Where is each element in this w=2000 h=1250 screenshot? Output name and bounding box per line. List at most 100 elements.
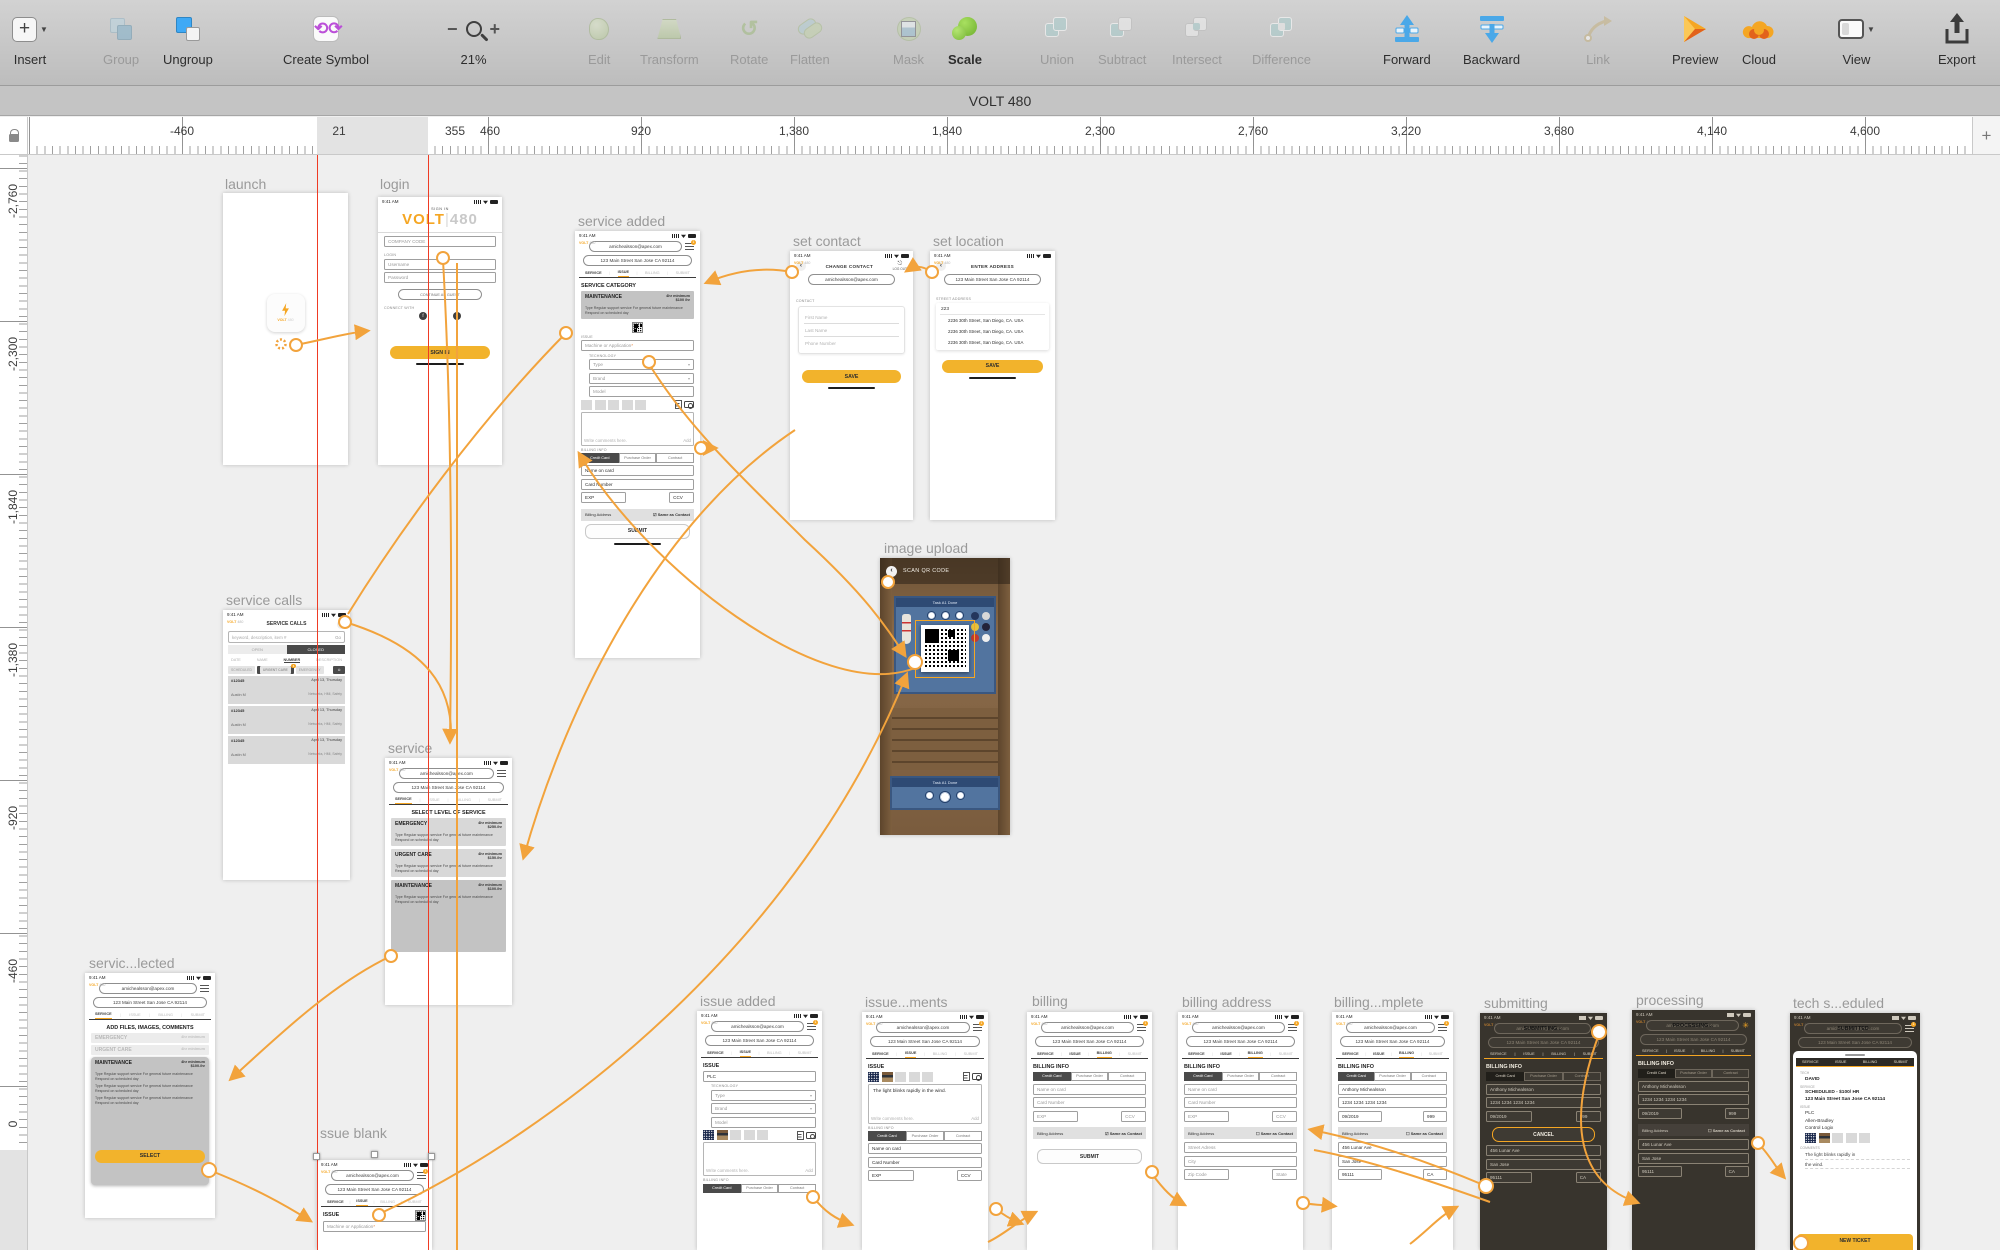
photo-thumbnails[interactable] (581, 400, 694, 410)
machine-input[interactable]: PLC (703, 1071, 816, 1082)
address-pill[interactable]: 123 Main Street San Jose CA 92114 (1640, 1034, 1747, 1045)
sign-in-button[interactable]: SIGN IN (390, 346, 490, 359)
purchase-order-tab[interactable]: Purchase Order (1222, 1072, 1260, 1082)
address-pill[interactable]: 123 Main Street San Jose CA 92114 (93, 997, 207, 1008)
phone-input[interactable]: Phone Number (804, 337, 899, 349)
contract-tab[interactable]: Contract (944, 1131, 982, 1141)
artboard-title-login[interactable]: login (380, 176, 410, 192)
model-input[interactable]: Model (711, 1117, 816, 1128)
last-name-input[interactable]: Last Name (804, 324, 899, 337)
credit-card-tab[interactable]: Credit Card (703, 1184, 741, 1194)
artboard-service-calls[interactable]: 9:41 AM VOLT 480 SERVICE CALLS✕ keyword,… (223, 610, 350, 880)
contract-tab[interactable]: Contract (1259, 1072, 1297, 1082)
address-pill[interactable]: 123 Main Street San Jose CA 92114 (1186, 1036, 1295, 1047)
first-name-input[interactable]: First Name (804, 311, 899, 324)
artboard-submitting[interactable]: 9:41 AM VOLT 480 amichealsson@apex.comSU… (1480, 1013, 1607, 1250)
tab-submit[interactable]: SUBMIT (488, 798, 502, 804)
artboard-launch[interactable]: VOLT 480 (223, 193, 348, 465)
tab-billing[interactable]: BILLING (1097, 1051, 1112, 1058)
purchase-order-tab[interactable]: Purchase Order (741, 1184, 779, 1194)
card-number-input[interactable]: Card Number (868, 1157, 982, 1168)
exp-input[interactable]: 09/2019 (1486, 1111, 1532, 1122)
col-name[interactable]: NAME (257, 658, 268, 663)
logout-button[interactable]: ⎋LOG OUT (893, 262, 907, 271)
contract-tab[interactable]: Contract (1563, 1072, 1601, 1082)
credit-card-tab[interactable]: Credit Card (1486, 1072, 1524, 1082)
credit-card-tab[interactable]: Credit Card (1033, 1072, 1071, 1082)
back-button[interactable]: ‹ (886, 566, 897, 577)
col-description[interactable]: DESCRIPTION (316, 658, 342, 663)
card-number-input[interactable]: Card Number (581, 479, 694, 490)
name-on-card-input[interactable]: Name on card (581, 465, 694, 476)
state-input[interactable]: CA (1576, 1172, 1601, 1183)
password-input[interactable]: Password (384, 272, 496, 283)
brand-dropdown[interactable]: Brand▾ (711, 1103, 816, 1114)
artboard-service-selected[interactable]: 9:41 AM VOLT 480 amichealsson@apex.com 1… (85, 973, 215, 1218)
photo-qr[interactable] (703, 1130, 714, 1140)
credit-card-tab[interactable]: Credit Card (581, 453, 619, 463)
add-button[interactable]: + (1972, 117, 2000, 155)
menu-icon[interactable]: 1 (973, 1024, 982, 1031)
artboard-title-set-contact[interactable]: set contact (793, 233, 861, 249)
tab-open[interactable]: OPEN (228, 645, 287, 654)
new-ticket-button[interactable]: NEW TICKET (1797, 1234, 1913, 1250)
scale-button[interactable]: Scale (948, 8, 982, 67)
menu-icon[interactable]: 1 (1137, 1024, 1146, 1031)
tab-service[interactable]: SERVICE (95, 1012, 112, 1019)
horizontal-ruler[interactable]: -460 21 355 460 920 1,380 1,840 2,300 2,… (28, 117, 1972, 155)
cloud-button[interactable]: Cloud (1742, 8, 1776, 67)
exp-input[interactable]: EXP (1184, 1111, 1229, 1122)
email-pill[interactable]: amichealsson@apex.com (399, 768, 494, 779)
street-input[interactable]: 456 Lunar Ave (1338, 1142, 1447, 1153)
tab-billing[interactable]: BILLING (767, 1051, 782, 1057)
close-icon[interactable]: ✕ (337, 620, 346, 629)
menu-icon[interactable]: 1 (1438, 1024, 1447, 1031)
tab-billing[interactable]: BILLING (1399, 1051, 1414, 1058)
tab-submit[interactable]: SUBMIT (408, 1200, 422, 1206)
tab-billing[interactable]: BILLING (1551, 1052, 1566, 1058)
add-button[interactable]: Add (971, 1116, 979, 1121)
tab-issue[interactable]: ISSUE (356, 1199, 367, 1206)
address-pill[interactable]: 123 Main Street San Jose CA 92114 (705, 1035, 814, 1046)
email-pill[interactable]: amichealsson@apex.com (1346, 1022, 1435, 1033)
go-button[interactable]: Go (335, 635, 341, 640)
city-input[interactable]: San Jose (1638, 1153, 1749, 1164)
credit-card-tab[interactable]: Credit Card (868, 1131, 906, 1141)
tab-submit[interactable]: SUBMIT (1731, 1049, 1745, 1055)
credit-card-tab[interactable]: Credit Card (1184, 1072, 1222, 1082)
address-suggestion[interactable]: 2236 30th Street, San Diego, CA. USA (940, 315, 1045, 326)
selection-handle[interactable] (428, 1153, 435, 1160)
tab-issue[interactable]: ISSUE (428, 798, 439, 804)
chip-scheduled[interactable]: SCHEDULED (228, 666, 255, 674)
ccv-input[interactable]: 999 (1423, 1111, 1447, 1122)
street-input[interactable]: 456 Lunar Ave (1486, 1145, 1601, 1156)
artboard-title-processing[interactable]: processing (1636, 992, 1704, 1008)
artboard-title-submitting[interactable]: submitting (1484, 995, 1548, 1011)
list-icon[interactable] (797, 1131, 804, 1140)
zoom-in-icon[interactable]: + (490, 19, 501, 40)
drag-handle[interactable] (1845, 1054, 1865, 1056)
tab-service[interactable]: SERVICE (327, 1200, 344, 1206)
chip-emergency[interactable]: EMERGENCY (296, 666, 324, 674)
street-input[interactable]: Street Adress (1184, 1142, 1297, 1153)
email-pill[interactable]: amichealsson@apex.com (711, 1021, 804, 1032)
ccv-input[interactable]: CCV (957, 1170, 982, 1181)
artboard-image-upload[interactable]: ‹SCAN QR CODE Task A1 Done Task A1 Done (880, 558, 1010, 835)
tab-service[interactable]: SERVICE (1188, 1052, 1205, 1058)
zoom-control[interactable]: −+ 21% (447, 8, 500, 67)
exp-input[interactable]: EXP (1033, 1111, 1078, 1122)
purchase-order-tab[interactable]: Purchase Order (1675, 1069, 1712, 1079)
create-symbol-button[interactable]: ⟲⟳ Create Symbol (283, 8, 369, 67)
camera-icon[interactable] (972, 1073, 982, 1080)
tab-service[interactable]: SERVICE (395, 797, 412, 804)
purchase-order-tab[interactable]: Purchase Order (619, 453, 657, 463)
purchase-order-tab[interactable]: Purchase Order (1071, 1072, 1109, 1082)
service-call-row[interactable]: #12345Austin M April 13, ThursdayNetwork… (228, 706, 345, 734)
state-input[interactable]: CA (1423, 1169, 1447, 1180)
exp-input[interactable]: 09/2019 (1338, 1111, 1382, 1122)
email-pill[interactable]: amichealsson@apex.com (99, 983, 197, 994)
emergency-card-dimmed[interactable]: EMERGENCY4hr minimum (91, 1033, 209, 1043)
tab-issue[interactable]: ISSUE (740, 1050, 751, 1057)
tab-billing[interactable]: BILLING (456, 798, 471, 804)
artboard-tech-scheduled[interactable]: 9:41 AM VOLT 480 amichealsson@apex.comSU… (1790, 1013, 1920, 1250)
